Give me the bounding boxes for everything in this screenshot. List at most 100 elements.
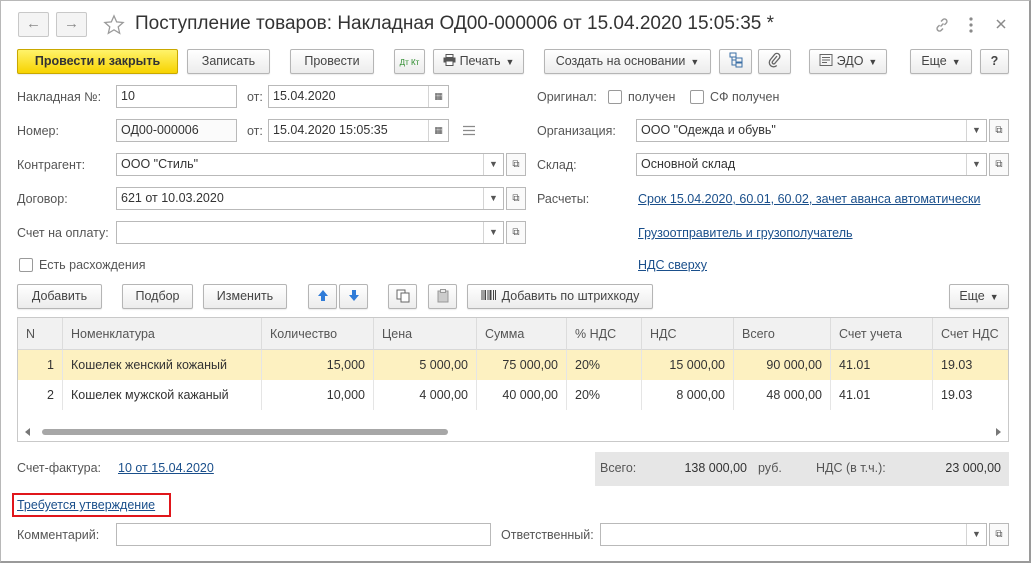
open-responsible-button[interactable]: ⧉	[989, 523, 1009, 546]
add-row-button[interactable]: Добавить	[17, 284, 102, 309]
column-header-quantity[interactable]: Количество	[262, 318, 374, 350]
open-icon: ⧉	[512, 227, 520, 238]
chevron-down-icon[interactable]: ▼	[483, 154, 503, 175]
chevron-down-icon: ▼	[505, 57, 515, 67]
total-value: 138 000,00	[684, 461, 747, 475]
calendar-icon[interactable]: ▦	[428, 86, 448, 107]
open-icon: ⧉	[995, 529, 1003, 540]
chevron-down-icon[interactable]: ▼	[483, 222, 503, 243]
settlements-link[interactable]: Срок 15.04.2020, 60.01, 60.02, зачет ава…	[638, 192, 980, 206]
open-contract-button[interactable]: ⧉	[506, 187, 526, 210]
create-based-on-button[interactable]: Создать на основании ▼	[544, 49, 711, 74]
vat-on-top-link[interactable]: НДС сверху	[638, 258, 707, 272]
scroll-left-icon[interactable]	[24, 428, 32, 436]
table-row[interactable]: 1 Кошелек женский кожаный 15,000 5 000,0…	[18, 350, 1008, 380]
table-row[interactable]: 2 Кошелек мужской кажаный 10,000 4 000,0…	[18, 380, 1008, 410]
horizontal-scrollbar[interactable]	[18, 423, 1008, 441]
number-label: Номер:	[17, 124, 59, 138]
forward-button[interactable]: →	[56, 12, 87, 37]
sf-received-checkbox[interactable]	[690, 90, 704, 104]
invoice-date-input[interactable]: 15.04.2020 ▦	[268, 85, 449, 108]
column-header-price[interactable]: Цена	[374, 318, 477, 350]
open-contractor-button[interactable]: ⧉	[506, 153, 526, 176]
currency-label: руб.	[758, 461, 782, 475]
star-icon[interactable]	[103, 14, 125, 36]
contractor-select[interactable]: ООО "Стиль" ▼	[116, 153, 504, 176]
organization-select[interactable]: ООО "Одежда и обувь" ▼	[636, 119, 987, 142]
column-header-vat-rate[interactable]: % НДС	[567, 318, 642, 350]
post-and-close-button[interactable]: Провести и закрыть	[17, 49, 178, 74]
column-header-vat-account[interactable]: Счет НДС	[933, 318, 1008, 350]
number-field[interactable]: ОД00-000006	[116, 119, 237, 142]
chevron-down-icon: ▼	[989, 292, 999, 302]
number-date-from-label: от:	[247, 124, 263, 138]
column-header-sum[interactable]: Сумма	[477, 318, 567, 350]
invoice-number-input[interactable]: 10	[116, 85, 237, 108]
sf-received-label: СФ получен	[710, 90, 780, 104]
column-header-account[interactable]: Счет учета	[831, 318, 933, 350]
responsible-select[interactable]: ▼	[600, 523, 987, 546]
attach-button[interactable]	[758, 49, 791, 74]
column-header-n[interactable]: N	[18, 318, 63, 350]
copy-button[interactable]	[388, 284, 417, 309]
help-button[interactable]: ?	[980, 49, 1009, 74]
cell-account: 41.01	[831, 350, 933, 380]
discrepancies-checkbox[interactable]	[19, 258, 33, 272]
number-date-input[interactable]: 15.04.2020 15:05:35 ▦	[268, 119, 449, 142]
column-header-vat[interactable]: НДС	[642, 318, 734, 350]
shipper-consignee-link[interactable]: Грузоотправитель и грузополучатель	[638, 226, 853, 240]
contractor-value: ООО "Стиль"	[121, 157, 199, 171]
comment-input[interactable]	[116, 523, 491, 546]
structure-button[interactable]	[719, 49, 752, 74]
post-button[interactable]: Провести	[290, 49, 374, 74]
more-vertical-icon[interactable]	[967, 16, 975, 34]
move-down-button[interactable]	[339, 284, 368, 309]
chevron-down-icon[interactable]: ▼	[966, 120, 986, 141]
history-list-icon[interactable]	[462, 125, 476, 136]
chevron-down-icon[interactable]: ▼	[966, 154, 986, 175]
move-up-button[interactable]	[308, 284, 337, 309]
arrow-right-icon: →	[64, 15, 79, 32]
add-by-barcode-button[interactable]: Добавить по штрихкоду	[467, 284, 653, 309]
invoice-link[interactable]: 10 от 15.04.2020	[118, 461, 214, 475]
column-header-nomenclature[interactable]: Номенклатура	[63, 318, 262, 350]
number-date-value: 15.04.2020 15:05:35	[273, 123, 388, 137]
vat-total-label: НДС (в т.ч.):	[816, 461, 886, 475]
more-button[interactable]: Еще ▼	[910, 49, 972, 74]
cell-total: 48 000,00	[734, 380, 831, 410]
chevron-down-icon: ▼	[951, 57, 961, 67]
responsible-label: Ответственный:	[501, 528, 594, 542]
print-button[interactable]: Печать ▼	[433, 49, 524, 74]
paste-button[interactable]	[428, 284, 457, 309]
cell-quantity: 15,000	[262, 350, 374, 380]
back-button[interactable]: ←	[18, 12, 49, 37]
scroll-right-icon[interactable]	[994, 428, 1002, 436]
more-label: Еще	[921, 54, 947, 68]
change-button[interactable]: Изменить	[203, 284, 287, 309]
scrollbar-thumb[interactable]	[42, 429, 448, 435]
cell-vat-rate: 20%	[567, 380, 642, 410]
warehouse-select[interactable]: Основной склад ▼	[636, 153, 987, 176]
barcode-icon	[481, 290, 496, 300]
table-more-button[interactable]: Еще ▼	[949, 284, 1009, 309]
chevron-down-icon[interactable]: ▼	[966, 524, 986, 545]
column-header-total[interactable]: Всего	[734, 318, 831, 350]
dt-kt-button[interactable]: Дт Кт	[394, 49, 425, 74]
calendar-icon[interactable]: ▦	[428, 120, 448, 141]
original-received-checkbox[interactable]	[608, 90, 622, 104]
close-icon[interactable]	[995, 18, 1007, 30]
invoice-number-label: Накладная №:	[17, 90, 102, 104]
chevron-down-icon[interactable]: ▼	[483, 188, 503, 209]
save-button[interactable]: Записать	[187, 49, 270, 74]
edo-button[interactable]: ЭДО ▼	[809, 49, 887, 74]
cell-n: 2	[18, 380, 63, 410]
approval-required-link[interactable]: Требуется утверждение	[17, 498, 155, 512]
contract-select[interactable]: 621 от 10.03.2020 ▼	[116, 187, 504, 210]
goods-table[interactable]: N Номенклатура Количество Цена Сумма % Н…	[17, 317, 1009, 442]
pick-button[interactable]: Подбор	[122, 284, 193, 309]
open-warehouse-button[interactable]: ⧉	[989, 153, 1009, 176]
payment-account-select[interactable]: ▼	[116, 221, 504, 244]
link-icon[interactable]	[934, 17, 950, 33]
open-organization-button[interactable]: ⧉	[989, 119, 1009, 142]
open-payment-account-button[interactable]: ⧉	[506, 221, 526, 244]
